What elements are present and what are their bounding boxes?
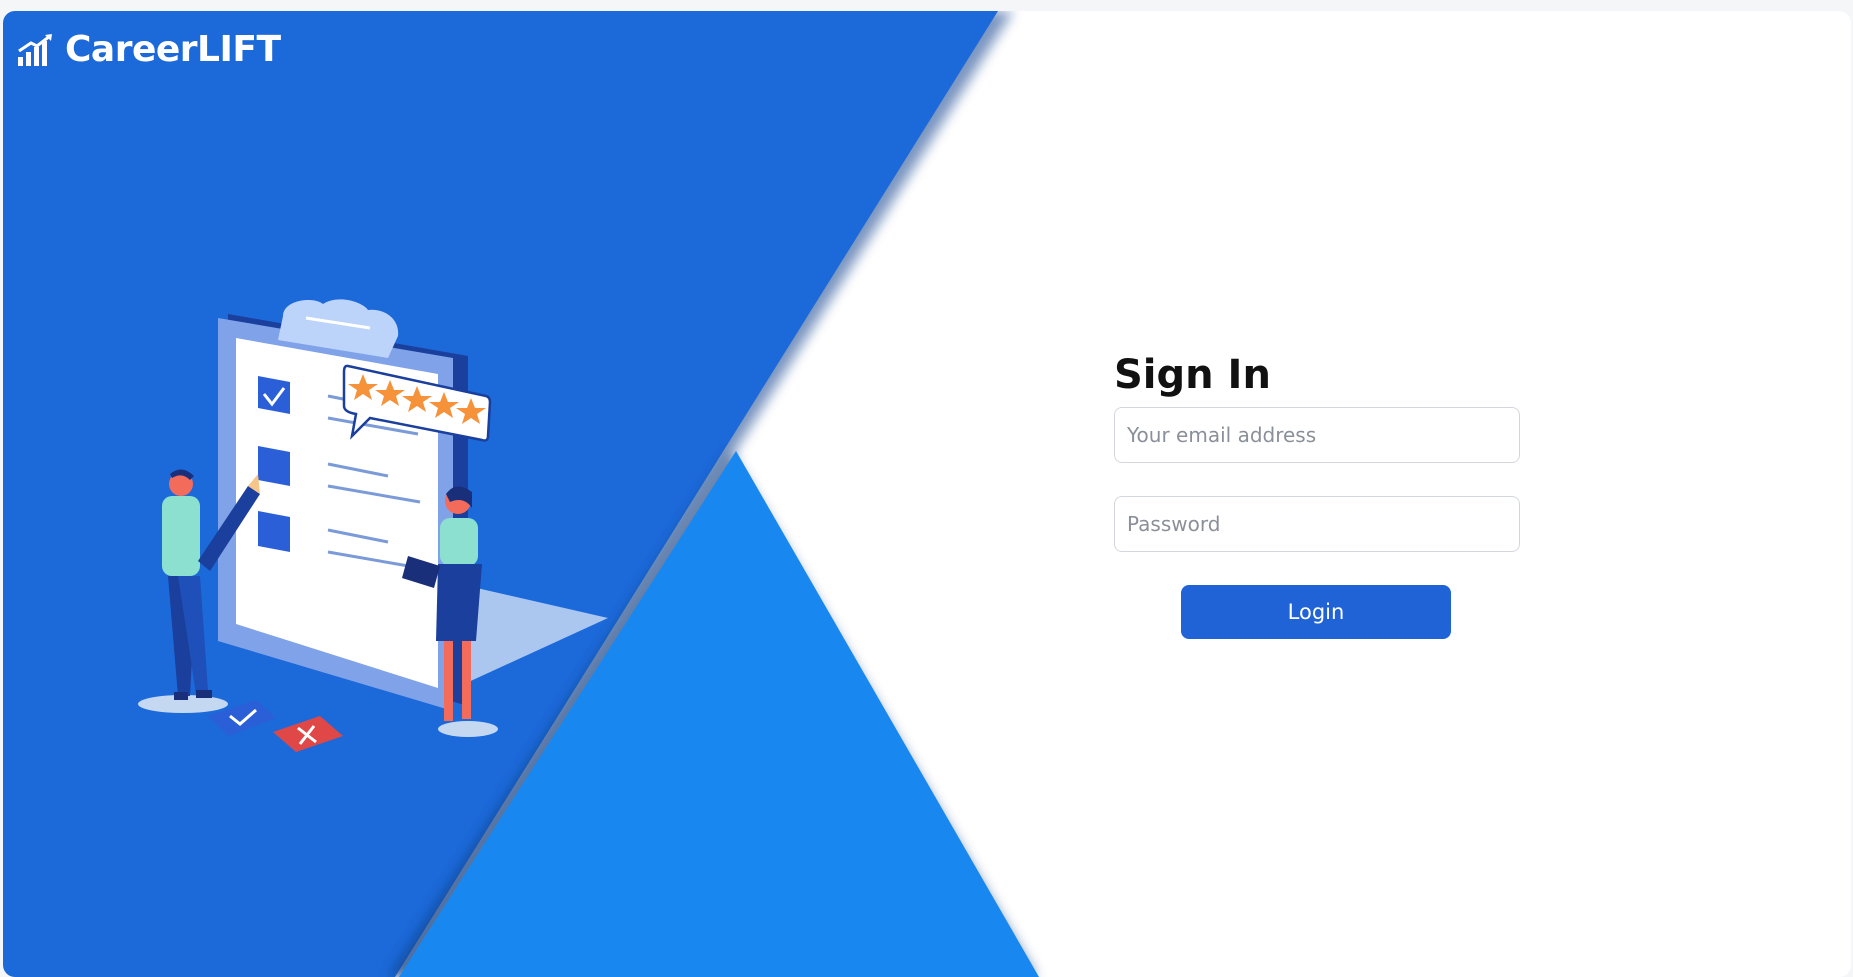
signin-title: Sign In xyxy=(1114,352,1271,398)
checklist-rating-illustration xyxy=(138,299,608,752)
password-input[interactable] xyxy=(1114,496,1520,552)
login-button[interactable]: Login xyxy=(1181,585,1451,639)
bar-chart-up-icon xyxy=(17,33,55,67)
signin-form: Sign In Login xyxy=(1114,351,1520,639)
brand-name: CareerLIFT xyxy=(65,29,281,70)
email-input[interactable] xyxy=(1114,407,1520,463)
brand-logo[interactable]: CareerLIFT xyxy=(17,29,281,70)
login-page: CareerLIFT Sign In Your email address Lo… xyxy=(3,11,1851,977)
